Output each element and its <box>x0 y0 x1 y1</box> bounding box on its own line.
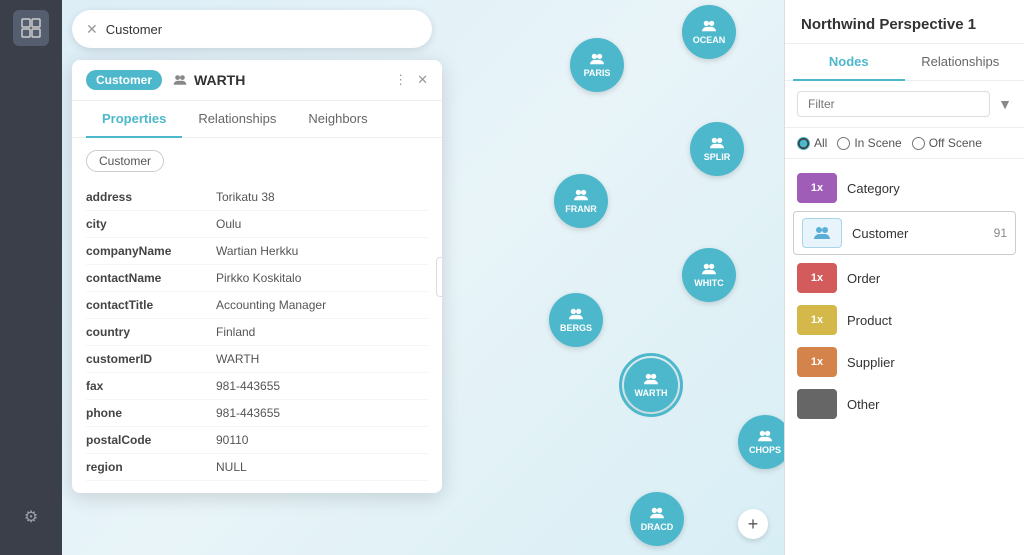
property-fax: fax 981-443655 <box>86 373 428 400</box>
node-whitc[interactable]: WHITC <box>682 248 736 302</box>
property-value: Oulu <box>216 217 241 231</box>
property-region: region NULL <box>86 454 428 481</box>
property-value: WARTH <box>216 352 259 366</box>
scene-filter: All In Scene Off Scene <box>785 128 1024 159</box>
property-value: NULL <box>216 460 247 474</box>
tab-properties[interactable]: Properties <box>86 101 182 138</box>
node-splir[interactable]: SPLIR <box>690 122 744 176</box>
supplier-color: 1x <box>797 347 837 377</box>
property-key: region <box>86 460 216 474</box>
property-customerid: customerID WARTH <box>86 346 428 373</box>
node-type-order[interactable]: 1x Order <box>785 257 1024 299</box>
property-companyname: companyName Wartian Herkku <box>86 238 428 265</box>
product-label: Product <box>847 313 1012 328</box>
customer-count: 91 <box>994 226 1007 240</box>
property-city: city Oulu <box>86 211 428 238</box>
more-icon[interactable]: ⋮ <box>394 72 407 88</box>
property-address: address Torikatu 38 <box>86 184 428 211</box>
properties-panel: Customer WARTH ⋮ ✕ Properties Relationsh… <box>72 60 442 493</box>
sidebar-bottom: ⚙ <box>13 499 49 545</box>
property-value: 981-443655 <box>216 379 280 393</box>
node-type-list: 1x Category Customer 91 1x Order <box>785 159 1024 555</box>
filter-input[interactable] <box>797 91 990 117</box>
property-value: 981-443655 <box>216 406 280 420</box>
panel-actions: ⋮ ✕ <box>394 72 428 88</box>
tab-neighbors[interactable]: Neighbors <box>292 101 383 138</box>
property-postalcode: postalCode 90110 <box>86 427 428 454</box>
supplier-label: Supplier <box>847 355 1012 370</box>
property-key: postalCode <box>86 433 216 447</box>
other-color <box>797 389 837 419</box>
node-ocean[interactable]: OCEAN <box>682 5 736 59</box>
right-panel: Northwind Perspective 1 Nodes Relationsh… <box>784 0 1024 555</box>
property-key: city <box>86 217 216 231</box>
order-label: Order <box>847 271 1012 286</box>
panel-header: Customer WARTH ⋮ ✕ <box>72 60 442 101</box>
node-type-supplier[interactable]: 1x Supplier <box>785 341 1024 383</box>
customer-icon-box <box>802 218 842 248</box>
search-input[interactable]: Customer <box>106 22 418 37</box>
node-type-customer[interactable]: Customer 91 <box>793 211 1016 255</box>
property-value: Pirkko Koskitalo <box>216 271 301 285</box>
tab-relationships[interactable]: Relationships <box>182 101 292 138</box>
node-type-other[interactable]: Other <box>785 383 1024 425</box>
node-warth[interactable]: WARTH <box>624 358 678 412</box>
node-chops[interactable]: CHOPS <box>738 415 784 469</box>
property-value: Accounting Manager <box>216 298 326 312</box>
node-type-product[interactable]: 1x Product <box>785 299 1024 341</box>
add-button[interactable]: + <box>738 509 768 539</box>
property-key: phone <box>86 406 216 420</box>
category-label: Category <box>847 181 1012 196</box>
sidebar: ⚙ <box>0 0 62 555</box>
panel-node-name: WARTH <box>172 72 384 88</box>
node-paris[interactable]: PARIS <box>570 38 624 92</box>
property-key: customerID <box>86 352 216 366</box>
property-contactname: contactName Pirkko Koskitalo <box>86 265 428 292</box>
scene-offscene-radio[interactable]: Off Scene <box>912 136 982 150</box>
property-value: 90110 <box>216 433 248 447</box>
property-value: Torikatu 38 <box>216 190 275 204</box>
node-bergs[interactable]: BERGS <box>549 293 603 347</box>
panel-tabs: Properties Relationships Neighbors <box>72 101 442 138</box>
filter-row: ▼ <box>785 81 1024 128</box>
scene-all-radio[interactable]: All <box>797 136 827 150</box>
perspective-title: Northwind Perspective 1 <box>785 0 1024 44</box>
order-color: 1x <box>797 263 837 293</box>
node-type-category[interactable]: 1x Category <box>785 167 1024 209</box>
right-panel-tabs: Nodes Relationships <box>785 44 1024 81</box>
panel-body: Customer address Torikatu 38 city Oulu c… <box>72 138 442 493</box>
node-franr[interactable]: FRANR <box>554 174 608 228</box>
node-type-badge: Customer <box>86 70 162 90</box>
property-key: contactName <box>86 271 216 285</box>
property-value: Wartian Herkku <box>216 244 298 258</box>
graph-area: OCEAN PARIS SPLIR FRANR TOM WA WHITC BER… <box>62 0 784 555</box>
customer-label: Customer <box>852 226 984 241</box>
property-key: country <box>86 325 216 339</box>
property-phone: phone 981-443655 <box>86 400 428 427</box>
expand-handle[interactable]: ⋮ <box>436 257 442 297</box>
search-bar: ✕ Customer <box>72 10 432 48</box>
property-key: fax <box>86 379 216 393</box>
property-key: contactTitle <box>86 298 216 312</box>
product-color: 1x <box>797 305 837 335</box>
property-value: Finland <box>216 325 255 339</box>
node-dracd[interactable]: DRACD <box>630 492 684 546</box>
app-logo[interactable] <box>13 10 49 46</box>
property-key: address <box>86 190 216 204</box>
property-key: companyName <box>86 244 216 258</box>
category-color: 1x <box>797 173 837 203</box>
clear-search-icon[interactable]: ✕ <box>86 21 98 38</box>
close-panel-icon[interactable]: ✕ <box>417 72 428 88</box>
tab-relationships[interactable]: Relationships <box>905 44 1017 81</box>
settings-icon[interactable]: ⚙ <box>13 499 49 535</box>
other-label: Other <box>847 397 1012 412</box>
tab-nodes[interactable]: Nodes <box>793 44 905 81</box>
filter-icon: ▼ <box>998 96 1012 112</box>
property-country: country Finland <box>86 319 428 346</box>
panel-type-label: Customer <box>86 150 164 172</box>
property-contacttitle: contactTitle Accounting Manager <box>86 292 428 319</box>
scene-inscene-radio[interactable]: In Scene <box>837 136 901 150</box>
